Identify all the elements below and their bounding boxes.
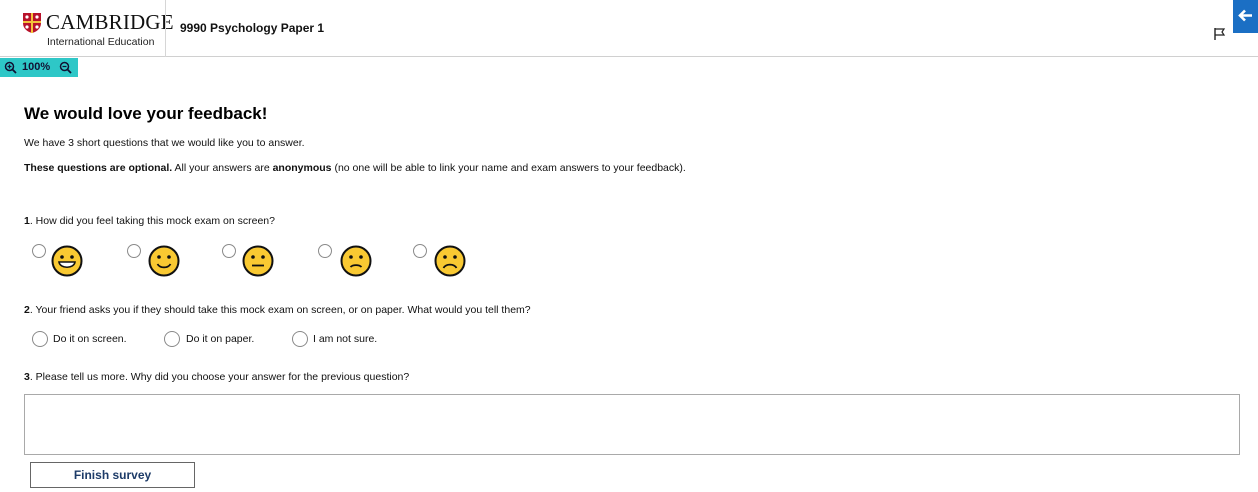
zoom-controls: 100% [0,58,78,77]
zoom-out-icon[interactable] [59,61,72,74]
q2-radio-not-sure[interactable] [292,331,308,347]
grinning-face-icon [51,245,83,277]
back-button[interactable] [1233,0,1258,33]
anonymous-bold: anonymous [272,162,332,174]
q2-radio-paper[interactable] [164,331,180,347]
cambridge-logo: CAMBRIDGE International Education [18,10,174,50]
optional-bold: These questions are optional. [24,162,173,174]
question-3: 3. Please tell us more. Why did you choo… [24,371,409,383]
zoom-level: 100% [22,61,51,73]
slightly-smiling-face-icon [148,245,180,277]
q1-radio-5[interactable] [413,244,427,258]
question-2-text: . Your friend asks you if they should ta… [29,304,531,316]
flag-icon[interactable] [1213,27,1227,41]
question-1-text: . How did you feel taking this mock exam… [29,215,275,227]
question-1: 1. How did you feel taking this mock exa… [24,215,275,227]
zoom-in-icon[interactable] [4,61,17,74]
q2-option-paper[interactable]: Do it on paper. [186,333,254,345]
q2-radio-screen[interactable] [32,331,48,347]
frowning-face-icon [434,245,466,277]
neutral-face-icon [242,245,274,277]
feedback-textarea[interactable] [24,394,1240,455]
q2-option-not-sure[interactable]: I am not sure. [313,333,377,345]
q2-option-screen[interactable]: Do it on screen. [53,333,127,345]
top-header: CAMBRIDGE International Education 9990 P… [0,0,1258,57]
q1-radio-3[interactable] [222,244,236,258]
logo-name: CAMBRIDGE [46,10,174,34]
paper-title: 9990 Psychology Paper 1 [180,21,325,35]
finish-survey-button[interactable]: Finish survey [30,462,195,488]
q1-radio-1[interactable] [32,244,46,258]
arrow-left-icon [1238,9,1252,22]
optional-mid: All your answers are [172,162,273,174]
slightly-frowning-face-icon [340,245,372,277]
survey-intro: We have 3 short questions that we would … [24,137,305,149]
optional-notice: These questions are optional. All your a… [24,162,686,174]
logo-subtitle: International Education [47,36,155,48]
optional-end: (no one will be able to link your name a… [331,162,686,174]
q1-radio-4[interactable] [318,244,332,258]
cambridge-shield-icon [23,13,41,33]
survey-title: We would love your feedback! [24,104,268,123]
question-3-text: . Please tell us more. Why did you choos… [29,371,410,383]
question-2: 2. Your friend asks you if they should t… [24,304,531,316]
header-divider [165,0,166,57]
q1-radio-2[interactable] [127,244,141,258]
